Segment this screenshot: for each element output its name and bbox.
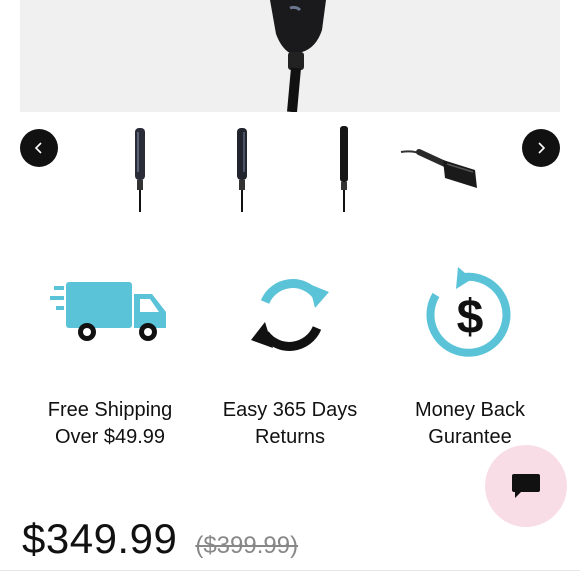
chat-button[interactable] [485,445,567,527]
refresh-icon [251,279,329,351]
svg-text:$: $ [457,291,484,344]
feature-free-shipping-line2: Over $49.99 [54,426,166,448]
feature-money-back: $ Money Back Gurantee [380,255,560,451]
feature-free-shipping-line1: Free Shipping [47,399,173,421]
price-row: $349.99 ($399.99) [22,515,298,563]
thumbnail-straightener-back[interactable] [309,122,379,216]
chevron-left-icon [34,142,42,154]
feature-easy-returns-line1: Easy 365 Days [222,399,358,421]
feature-easy-returns: Easy 365 Days Returns [200,255,380,451]
money-back-icon: $ [426,267,511,357]
feature-easy-returns-line2: Returns [254,426,326,448]
carousel-prev-button[interactable] [20,129,58,167]
thumbnail-straightener-angled[interactable] [397,122,487,216]
product-main-image[interactable] [20,0,560,112]
feature-free-shipping: Free Shipping Over $49.99 [20,255,200,451]
divider [0,570,580,571]
feature-money-back-line1: Money Back [414,399,526,421]
current-price: $349.99 [22,515,178,562]
chevron-right-icon [538,142,546,154]
carousel-next-button[interactable] [522,129,560,167]
chat-icon [512,474,540,498]
straightener-handle-image [270,0,326,112]
original-price: ($399.99) [195,532,299,559]
thumbnail-straightener-front[interactable] [105,122,175,216]
truck-icon [50,282,166,341]
thumbnail-straightener-side[interactable] [207,122,277,216]
